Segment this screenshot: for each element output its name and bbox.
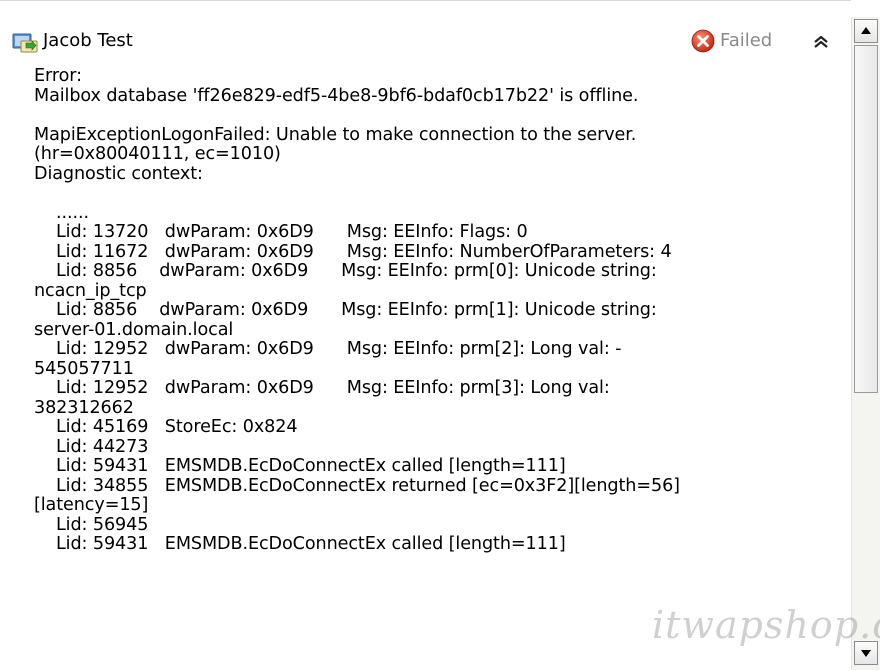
error-details: Error: Mailbox database 'ff26e829-edf5-4… (0, 67, 845, 671)
log-line: ...... (34, 202, 89, 223)
log-line: server-01.domain.local (34, 319, 234, 340)
watermark: itwapshop.com (652, 603, 880, 647)
log-line: Lid: 8856 dwParam: 0x6D9 Msg: EEInfo: pr… (34, 261, 657, 281)
batch-title: Jacob Test (43, 30, 133, 51)
vertical-scrollbar[interactable] (851, 17, 880, 670)
batch-header: Jacob Test Failed (0, 19, 851, 67)
error-x-icon (691, 29, 715, 53)
log-line: Lid: 45169 StoreEc: 0x824 (34, 417, 298, 437)
scrollbar-thumb[interactable] (854, 45, 878, 393)
log-line: Lid: 44273 (34, 436, 149, 457)
double-chevron-up-icon (814, 35, 828, 48)
log-line: Lid: 12952 dwParam: 0x6D9 Msg: EEInfo: p… (34, 339, 622, 359)
migration-mailbox-icon (12, 33, 38, 53)
log-line: [latency=15] (34, 495, 149, 515)
migration-batch-panel: Jacob Test Failed Error: Mailbox databas… (0, 0, 851, 671)
log-line: Lid: 59431 EMSMDB.EcDoConnectEx called [… (34, 534, 566, 554)
log-line: 545057711 (34, 358, 134, 379)
error-log-text: Error: Mailbox database 'ff26e829-edf5-4… (0, 67, 845, 555)
log-line: MapiExceptionLogonFailed: Unable to make… (34, 124, 637, 145)
log-line: (hr=0x80040111, ec=1010) (34, 144, 281, 164)
log-line: Lid: 8856 dwParam: 0x6D9 Msg: EEInfo: pr… (34, 300, 657, 320)
scroll-up-button[interactable] (854, 19, 878, 43)
log-line: Lid: 13720 dwParam: 0x6D9 Msg: EEInfo: F… (34, 222, 528, 242)
status-badge: Failed (720, 30, 773, 51)
log-line: Lid: 12952 dwParam: 0x6D9 Msg: EEInfo: p… (34, 378, 610, 398)
log-line: ncacn_ip_tcp (34, 280, 147, 301)
log-line: 382312662 (34, 397, 134, 418)
log-line: Lid: 11672 dwParam: 0x6D9 Msg: EEInfo: N… (34, 241, 672, 262)
log-line: Lid: 59431 EMSMDB.EcDoConnectEx called [… (34, 456, 566, 476)
collapse-button[interactable] (806, 27, 836, 57)
log-line: Lid: 34855 EMSMDB.EcDoConnectEx returned… (34, 475, 680, 496)
triangle-up-icon (861, 27, 871, 34)
log-line: Lid: 56945 (34, 514, 149, 535)
log-line: Error: (34, 67, 82, 86)
log-line: Diagnostic context: (34, 163, 203, 184)
log-line: Mailbox database 'ff26e829-edf5-4be8-9bf… (34, 85, 639, 106)
